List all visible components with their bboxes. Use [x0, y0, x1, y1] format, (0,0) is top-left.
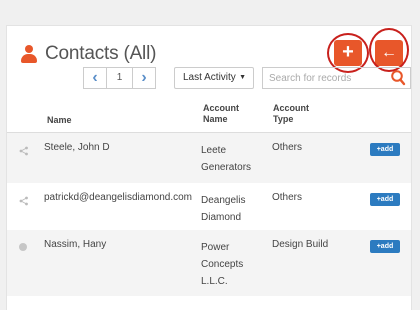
page-number: 1 — [107, 67, 132, 89]
column-header-name[interactable]: Name — [47, 115, 72, 125]
sort-select[interactable]: Last Activity ▼ — [174, 67, 254, 89]
panel-header: Contacts (All) — [21, 43, 156, 65]
add-button[interactable]: +add — [370, 240, 400, 253]
page-title: Contacts (All) — [45, 43, 157, 64]
highlight-circle-back — [369, 28, 409, 72]
account-name[interactable]: Power Concepts L.L.C. — [201, 239, 265, 290]
account-type: Others — [272, 142, 303, 153]
table-row[interactable]: Steele, John D Leete Generators Others +… — [7, 133, 411, 183]
dot-icon — [19, 243, 27, 251]
search-box — [262, 67, 411, 89]
share-icon — [19, 196, 28, 206]
table-row[interactable]: Nassim, Hany Power Concepts L.L.C. Desig… — [7, 230, 411, 296]
search-icon[interactable] — [390, 69, 406, 87]
table-header: Name Account Name Account Type — [7, 101, 411, 131]
next-page-button[interactable]: › — [132, 67, 156, 89]
top-strip — [0, 0, 420, 12]
contacts-panel: Contacts (All) + ← ‹ 1 › Last Activity ▼… — [6, 25, 412, 310]
account-name[interactable]: Leete Generators — [201, 142, 265, 176]
contact-name[interactable]: Nassim, Hany — [44, 239, 106, 250]
add-button[interactable]: +add — [370, 143, 400, 156]
account-name[interactable]: Deangelis Diamond — [201, 192, 265, 226]
share-icon — [19, 146, 28, 156]
contact-name[interactable]: patrickd@deangelisdiamond.com — [44, 192, 192, 203]
column-header-account-type[interactable]: Account Type — [273, 103, 309, 125]
search-input[interactable] — [263, 68, 387, 89]
prev-page-button[interactable]: ‹ — [83, 67, 107, 89]
caret-down-icon: ▼ — [239, 74, 246, 81]
add-button[interactable]: +add — [370, 193, 400, 206]
user-icon — [21, 45, 37, 63]
pagination: ‹ 1 › — [83, 67, 156, 89]
sort-select-value: Last Activity — [183, 72, 236, 83]
contact-name[interactable]: Steele, John D — [44, 142, 110, 153]
account-type: Others — [272, 192, 303, 203]
table-row[interactable]: patrickd@deangelisdiamond.com Deangelis … — [7, 183, 411, 230]
account-type: Design Build — [272, 239, 329, 250]
column-header-account-name[interactable]: Account Name — [203, 103, 239, 125]
